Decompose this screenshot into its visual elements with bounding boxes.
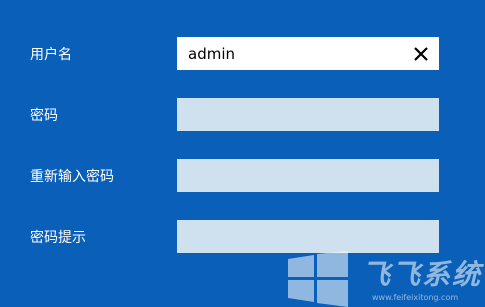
clear-username-button[interactable] — [410, 43, 432, 65]
confirm-password-input[interactable] — [177, 159, 439, 192]
close-icon — [414, 47, 428, 61]
password-input[interactable] — [177, 98, 439, 131]
username-label: 用户名 — [30, 47, 72, 63]
username-input[interactable] — [177, 37, 439, 70]
confirm-password-row: 重新输入密码 — [0, 159, 485, 195]
password-hint-input[interactable] — [177, 220, 439, 253]
password-row: 密码 — [0, 98, 485, 134]
windows-logo-icon — [288, 251, 348, 307]
watermark-brand: 飞飞系统 — [362, 258, 483, 291]
username-row: 用户名 — [0, 37, 485, 73]
confirm-password-label: 重新输入密码 — [30, 169, 114, 185]
password-hint-label: 密码提示 — [30, 230, 86, 246]
password-hint-row: 密码提示 — [0, 220, 485, 256]
password-label: 密码 — [30, 108, 58, 124]
watermark-url: www.feifeixitong.com — [372, 293, 459, 302]
